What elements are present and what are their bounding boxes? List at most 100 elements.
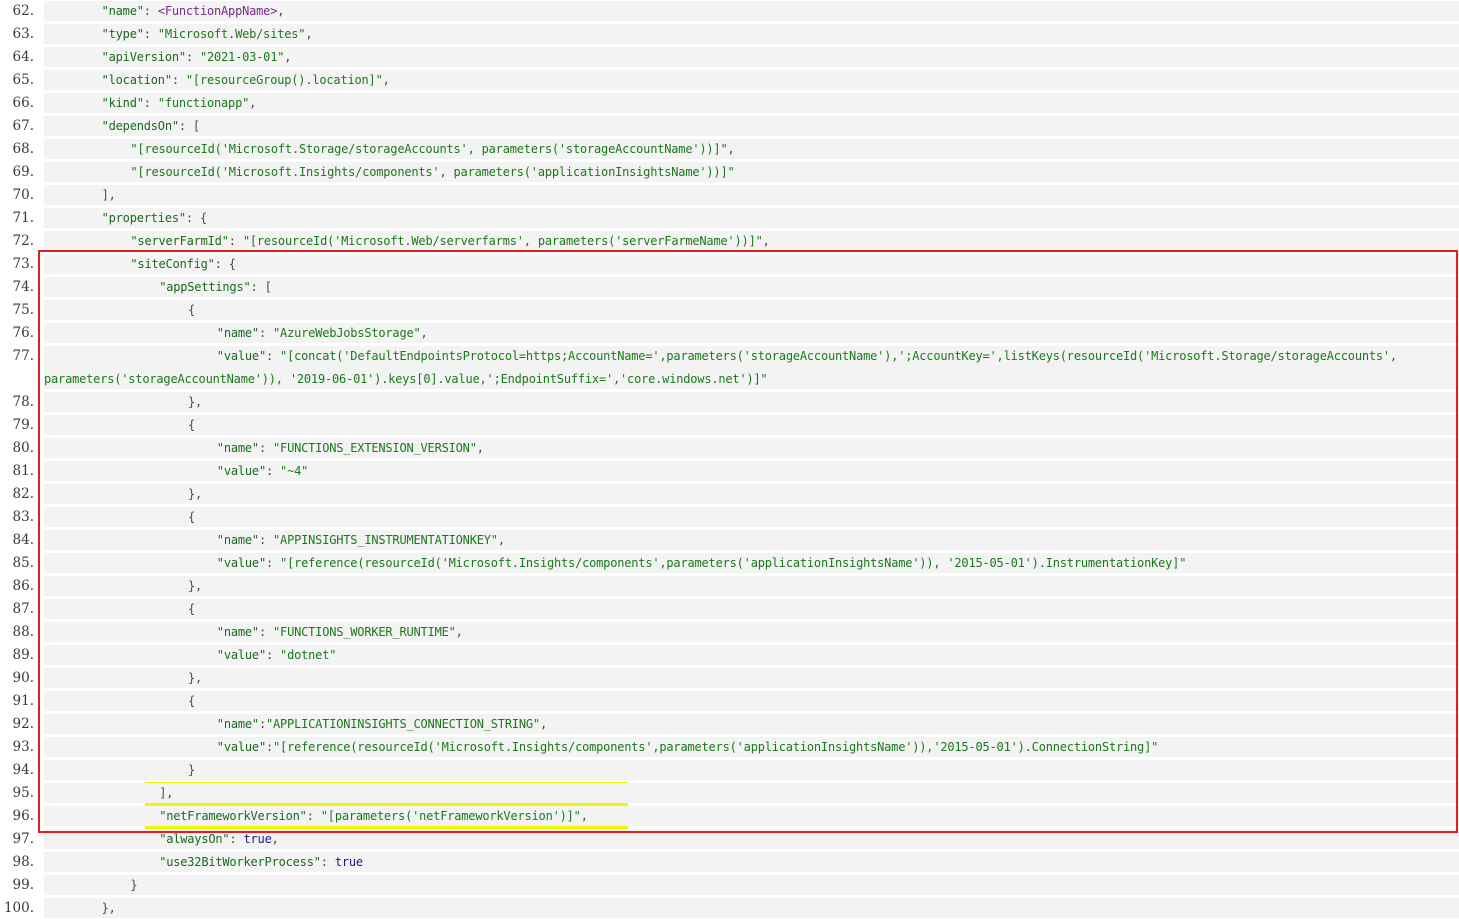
code-token: "~4" — [280, 464, 309, 478]
code-line: "name": "AzureWebJobsStorage", — [217, 322, 428, 344]
code-token: { — [188, 303, 196, 317]
line-number: 89. — [12, 647, 34, 663]
code-token: : — [265, 464, 281, 478]
code-token: : — [229, 832, 244, 846]
code-line: "name": "FUNCTIONS_WORKER_RUNTIME", — [217, 621, 463, 643]
line-number: 84. — [12, 532, 34, 548]
code-token: { — [188, 694, 196, 708]
line-number: 65. — [12, 72, 34, 88]
code-line: "value": "~4" — [216, 460, 309, 482]
code-line-wrapped: parameters('storageAccountName')), '2019… — [44, 368, 768, 390]
code-token: "netFrameworkVersion" — [159, 809, 307, 823]
code-token: : — [258, 625, 274, 639]
code-line: "name": <FunctionAppName>, — [102, 0, 285, 22]
line-number: 64. — [12, 49, 34, 65]
code-token: , — [539, 717, 547, 731]
code-token: "[reference(resourceId('Microsoft.Insigh… — [273, 740, 1159, 754]
code-token: : — [185, 50, 200, 64]
line-number: 81. — [12, 463, 34, 479]
code-token: , — [476, 441, 484, 455]
code-token: "[resourceId('Microsoft.Storage/storageA… — [130, 142, 728, 156]
line-number: 98. — [12, 854, 34, 870]
code-token: "apiVersion" — [101, 50, 186, 64]
line-number: 72. — [12, 233, 34, 249]
code-line: "serverFarmId": "[resourceId('Microsoft.… — [130, 230, 769, 252]
code-line-background — [44, 93, 1459, 113]
code-token: }, — [188, 487, 203, 501]
line-number: 75. — [12, 302, 34, 318]
code-line: ], — [102, 184, 116, 206]
code-token: true — [243, 832, 272, 846]
line-number: 78. — [12, 394, 34, 410]
code-token: , — [305, 27, 313, 41]
line-number: 86. — [12, 578, 34, 594]
code-line: "appSettings": [ — [159, 276, 272, 298]
line-number: 67. — [12, 118, 34, 134]
code-line: "use32BitWorkerProcess": true — [159, 851, 363, 873]
code-token: : — [265, 648, 281, 662]
code-token: "functionapp" — [157, 96, 250, 110]
code-token: : — [265, 556, 281, 570]
code-token: true — [334, 855, 363, 869]
code-token: : — [143, 96, 158, 110]
code-line: "dependsOn": [ — [102, 115, 201, 137]
line-number: 69. — [12, 164, 34, 180]
code-token: "value" — [216, 648, 266, 662]
code-line-background — [44, 898, 1459, 918]
line-number: 97. — [12, 831, 34, 847]
line-number: 74. — [12, 279, 34, 295]
code-token: "type" — [101, 27, 144, 41]
code-line: { — [188, 414, 195, 436]
line-number: 94. — [12, 762, 34, 778]
line-number: 71. — [12, 210, 34, 226]
code-token: : — [306, 809, 321, 823]
code-token: , — [271, 832, 279, 846]
code-line-background — [44, 783, 1459, 803]
code-line-background — [44, 185, 1459, 205]
code-line: "properties": { — [101, 207, 208, 229]
line-number: 79. — [12, 417, 34, 433]
code-line-background — [44, 507, 1459, 527]
code-token: } — [130, 878, 138, 892]
line-number: 77. — [12, 348, 34, 364]
code-token: "value" — [216, 464, 266, 478]
code-token: "APPINSIGHTS_INSTRUMENTATIONKEY" — [273, 533, 498, 547]
code-token: : { — [185, 211, 207, 225]
code-line: }, — [188, 483, 202, 505]
code-line: ], — [159, 782, 173, 804]
code-token: { — [188, 418, 196, 432]
line-number: 73. — [12, 256, 34, 272]
line-number: 87. — [12, 601, 34, 617]
code-line: { — [188, 506, 195, 528]
line-number: 63. — [12, 26, 34, 42]
code-line: "name":"APPLICATIONINSIGHTS_CONNECTION_S… — [217, 713, 547, 735]
line-number: 90. — [12, 670, 34, 686]
code-token: , — [762, 234, 770, 248]
code-line: "kind": "functionapp", — [102, 92, 257, 114]
code-token: "properties" — [101, 211, 186, 225]
code-token: , — [580, 809, 588, 823]
code-token: , — [727, 142, 735, 156]
line-number: 93. — [12, 739, 34, 755]
code-line-background — [44, 576, 1459, 596]
line-number: 68. — [12, 141, 34, 157]
code-line: "alwaysOn": true, — [159, 828, 279, 850]
code-token: "value" — [216, 740, 266, 754]
code-token: "name" — [101, 4, 144, 18]
code-token: "location" — [101, 73, 172, 87]
code-line: "[resourceId('Microsoft.Insights/compone… — [130, 161, 734, 183]
code-line: "siteConfig": { — [130, 253, 236, 275]
code-token: : — [143, 27, 158, 41]
code-token: "[parameters('netFrameworkVersion')]" — [320, 809, 581, 823]
code-line-background — [44, 691, 1459, 711]
code-token: "name" — [216, 441, 259, 455]
code-token: ], — [101, 188, 116, 202]
code-token: , — [249, 96, 257, 110]
code-token: "FUNCTIONS_WORKER_RUNTIME" — [273, 625, 456, 639]
code-line-background — [44, 599, 1459, 619]
code-line: "netFrameworkVersion": "[parameters('net… — [159, 805, 588, 827]
code-token: "name" — [216, 717, 259, 731]
code-token: "dotnet" — [280, 648, 337, 662]
code-line: }, — [102, 897, 116, 919]
code-token: : — [258, 326, 274, 340]
